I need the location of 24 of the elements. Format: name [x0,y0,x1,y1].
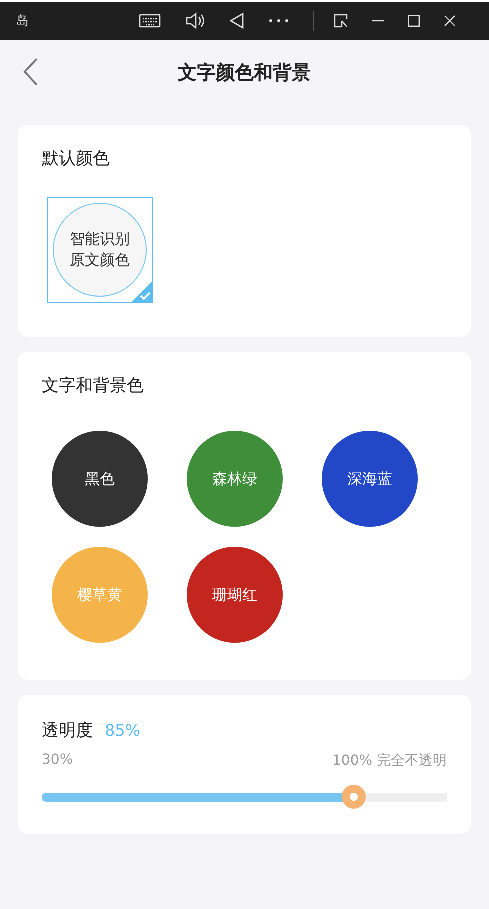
back-triangle-icon[interactable] [229,12,245,30]
section-title: 文字和背景色 [42,376,144,396]
back-icon[interactable] [23,57,39,87]
color-swatch[interactable]: 森林绿 [187,431,283,527]
checkmark-icon [132,282,152,302]
maximize-icon[interactable] [408,15,420,27]
slider-thumb[interactable] [342,785,366,809]
keyboard-icon[interactable] [139,14,161,28]
section-title: 默认颜色 [42,149,110,169]
max-label: 100% 完全不透明 [332,752,447,770]
more-icon[interactable] [269,19,289,23]
min-label: 30% [42,752,74,770]
close-icon[interactable] [444,15,456,27]
default-color-option[interactable]: 智能识别原文颜色 [47,197,153,303]
opacity-value: 85% [105,721,141,740]
page-title: 文字颜色和背景 [178,60,311,86]
speaker-icon[interactable] [185,12,205,30]
minimize-icon[interactable] [372,20,384,22]
section-title: 透明度 [42,720,93,742]
color-swatch[interactable]: 珊瑚红 [187,547,283,643]
color-swatch[interactable]: 黑色 [52,431,148,527]
window-icon[interactable] [334,14,348,28]
color-swatch[interactable]: 深海蓝 [322,431,418,527]
app-label: 岛 [16,13,30,30]
